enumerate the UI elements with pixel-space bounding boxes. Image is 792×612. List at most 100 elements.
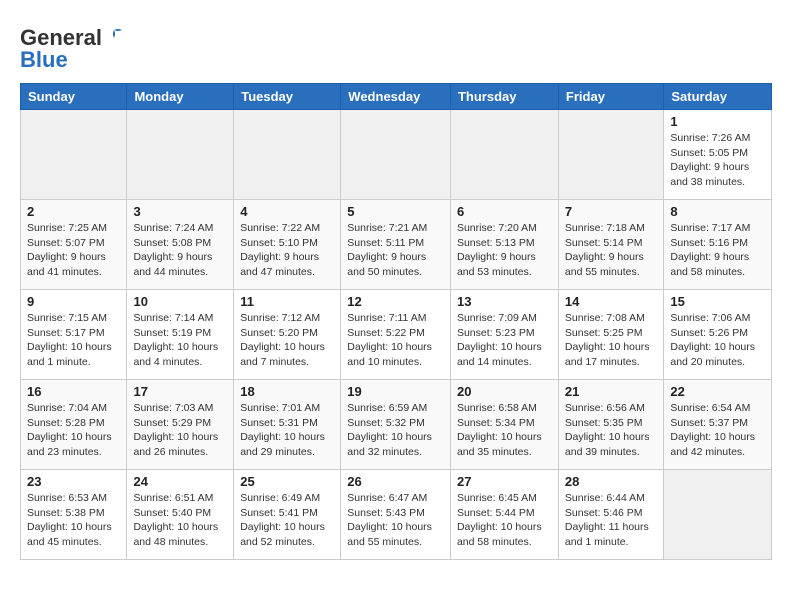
date-number: 14 xyxy=(565,294,657,309)
calendar-week-row: 2 Sunrise: 7:25 AMSunset: 5:07 PMDaylight… xyxy=(21,200,772,290)
date-number: 12 xyxy=(347,294,444,309)
calendar-cell: 4 Sunrise: 7:22 AMSunset: 5:10 PMDaylight… xyxy=(234,200,341,290)
date-number: 3 xyxy=(133,204,227,219)
day-info: Sunrise: 7:24 AMSunset: 5:08 PMDaylight:… xyxy=(133,221,227,280)
calendar-cell: 24 Sunrise: 6:51 AMSunset: 5:40 PMDayligh… xyxy=(127,470,234,560)
calendar-cell: 15 Sunrise: 7:06 AMSunset: 5:26 PMDayligh… xyxy=(664,290,772,380)
day-info: Sunrise: 7:14 AMSunset: 5:19 PMDaylight:… xyxy=(133,311,227,370)
weekday-header-sunday: Sunday xyxy=(21,84,127,110)
day-info: Sunrise: 6:47 AMSunset: 5:43 PMDaylight:… xyxy=(347,491,444,550)
calendar-cell xyxy=(234,110,341,200)
date-number: 9 xyxy=(27,294,120,309)
date-number: 21 xyxy=(565,384,657,399)
calendar-cell: 2 Sunrise: 7:25 AMSunset: 5:07 PMDaylight… xyxy=(21,200,127,290)
calendar-cell: 7 Sunrise: 7:18 AMSunset: 5:14 PMDaylight… xyxy=(558,200,663,290)
date-number: 19 xyxy=(347,384,444,399)
weekday-header-thursday: Thursday xyxy=(450,84,558,110)
calendar-cell: 28Sunrise: 6:44 AMSunset: 5:46 PMDayligh… xyxy=(558,470,663,560)
calendar-cell: 23 Sunrise: 6:53 AMSunset: 5:38 PMDayligh… xyxy=(21,470,127,560)
date-number: 22 xyxy=(670,384,765,399)
day-info: Sunrise: 6:54 AMSunset: 5:37 PMDaylight:… xyxy=(670,401,765,460)
day-info: Sunrise: 7:01 AMSunset: 5:31 PMDaylight:… xyxy=(240,401,334,460)
day-info: Sunrise: 7:06 AMSunset: 5:26 PMDaylight:… xyxy=(670,311,765,370)
date-number: 2 xyxy=(27,204,120,219)
day-info: Sunrise: 7:20 AMSunset: 5:13 PMDaylight:… xyxy=(457,221,552,280)
date-number: 27 xyxy=(457,474,552,489)
date-number: 18 xyxy=(240,384,334,399)
day-info: Sunrise: 7:25 AMSunset: 5:07 PMDaylight:… xyxy=(27,221,120,280)
weekday-header-row: SundayMondayTuesdayWednesdayThursdayFrid… xyxy=(21,84,772,110)
calendar-cell: 27 Sunrise: 6:45 AMSunset: 5:44 PMDayligh… xyxy=(450,470,558,560)
day-info: Sunrise: 7:17 AMSunset: 5:16 PMDaylight:… xyxy=(670,221,765,280)
header: General Blue xyxy=(20,20,772,73)
date-number: 24 xyxy=(133,474,227,489)
weekday-header-monday: Monday xyxy=(127,84,234,110)
calendar-cell: 11 Sunrise: 7:12 AMSunset: 5:20 PMDayligh… xyxy=(234,290,341,380)
calendar-week-row: 16 Sunrise: 7:04 AMSunset: 5:28 PMDayligh… xyxy=(21,380,772,470)
calendar-cell xyxy=(341,110,451,200)
calendar-cell: 21 Sunrise: 6:56 AMSunset: 5:35 PMDayligh… xyxy=(558,380,663,470)
day-info: Sunrise: 7:04 AMSunset: 5:28 PMDaylight:… xyxy=(27,401,120,460)
date-number: 23 xyxy=(27,474,120,489)
calendar-week-row: 9 Sunrise: 7:15 AMSunset: 5:17 PMDaylight… xyxy=(21,290,772,380)
calendar-cell xyxy=(127,110,234,200)
weekday-header-tuesday: Tuesday xyxy=(234,84,341,110)
logo-bird-icon xyxy=(104,28,124,44)
day-info: Sunrise: 6:59 AMSunset: 5:32 PMDaylight:… xyxy=(347,401,444,460)
day-info: Sunrise: 7:18 AMSunset: 5:14 PMDaylight:… xyxy=(565,221,657,280)
day-info: Sunrise: 6:58 AMSunset: 5:34 PMDaylight:… xyxy=(457,401,552,460)
calendar-cell xyxy=(21,110,127,200)
calendar-cell: 13 Sunrise: 7:09 AMSunset: 5:23 PMDayligh… xyxy=(450,290,558,380)
day-info: Sunrise: 7:12 AMSunset: 5:20 PMDaylight:… xyxy=(240,311,334,370)
calendar-cell: 17 Sunrise: 7:03 AMSunset: 5:29 PMDayligh… xyxy=(127,380,234,470)
date-number: 20 xyxy=(457,384,552,399)
date-number: 17 xyxy=(133,384,227,399)
date-number: 5 xyxy=(347,204,444,219)
date-number: 26 xyxy=(347,474,444,489)
date-number: 7 xyxy=(565,204,657,219)
calendar-cell: 19 Sunrise: 6:59 AMSunset: 5:32 PMDayligh… xyxy=(341,380,451,470)
day-info: Sunrise: 6:44 AMSunset: 5:46 PMDaylight:… xyxy=(565,491,657,550)
day-info: Sunrise: 7:03 AMSunset: 5:29 PMDaylight:… xyxy=(133,401,227,460)
date-number: 16 xyxy=(27,384,120,399)
date-number: 13 xyxy=(457,294,552,309)
calendar-cell: 5 Sunrise: 7:21 AMSunset: 5:11 PMDaylight… xyxy=(341,200,451,290)
day-info: Sunrise: 7:15 AMSunset: 5:17 PMDaylight:… xyxy=(27,311,120,370)
day-info: Sunrise: 7:11 AMSunset: 5:22 PMDaylight:… xyxy=(347,311,444,370)
calendar-week-row: 1Sunrise: 7:26 AMSunset: 5:05 PMDaylight… xyxy=(21,110,772,200)
calendar-table: SundayMondayTuesdayWednesdayThursdayFrid… xyxy=(20,83,772,560)
calendar-cell: 12 Sunrise: 7:11 AMSunset: 5:22 PMDayligh… xyxy=(341,290,451,380)
calendar-cell: 8Sunrise: 7:17 AMSunset: 5:16 PMDaylight… xyxy=(664,200,772,290)
calendar-cell: 25 Sunrise: 6:49 AMSunset: 5:41 PMDayligh… xyxy=(234,470,341,560)
day-info: Sunrise: 7:21 AMSunset: 5:11 PMDaylight:… xyxy=(347,221,444,280)
calendar-cell: 1Sunrise: 7:26 AMSunset: 5:05 PMDaylight… xyxy=(664,110,772,200)
calendar-week-row: 23 Sunrise: 6:53 AMSunset: 5:38 PMDayligh… xyxy=(21,470,772,560)
calendar-cell xyxy=(664,470,772,560)
day-info: Sunrise: 6:56 AMSunset: 5:35 PMDaylight:… xyxy=(565,401,657,460)
date-number: 25 xyxy=(240,474,334,489)
calendar-cell: 16 Sunrise: 7:04 AMSunset: 5:28 PMDayligh… xyxy=(21,380,127,470)
date-number: 6 xyxy=(457,204,552,219)
day-info: Sunrise: 6:51 AMSunset: 5:40 PMDaylight:… xyxy=(133,491,227,550)
day-info: Sunrise: 6:45 AMSunset: 5:44 PMDaylight:… xyxy=(457,491,552,550)
day-info: Sunrise: 7:09 AMSunset: 5:23 PMDaylight:… xyxy=(457,311,552,370)
day-info: Sunrise: 7:22 AMSunset: 5:10 PMDaylight:… xyxy=(240,221,334,280)
calendar-cell: 14 Sunrise: 7:08 AMSunset: 5:25 PMDayligh… xyxy=(558,290,663,380)
date-number: 4 xyxy=(240,204,334,219)
day-info: Sunrise: 6:49 AMSunset: 5:41 PMDaylight:… xyxy=(240,491,334,550)
calendar-cell xyxy=(558,110,663,200)
date-number: 15 xyxy=(670,294,765,309)
day-info: Sunrise: 7:08 AMSunset: 5:25 PMDaylight:… xyxy=(565,311,657,370)
calendar-cell: 6 Sunrise: 7:20 AMSunset: 5:13 PMDaylight… xyxy=(450,200,558,290)
date-number: 11 xyxy=(240,294,334,309)
calendar-cell: 26 Sunrise: 6:47 AMSunset: 5:43 PMDayligh… xyxy=(341,470,451,560)
date-number: 1 xyxy=(670,114,765,129)
logo-blue-text: Blue xyxy=(20,47,68,73)
weekday-header-saturday: Saturday xyxy=(664,84,772,110)
calendar-cell: 3 Sunrise: 7:24 AMSunset: 5:08 PMDaylight… xyxy=(127,200,234,290)
weekday-header-wednesday: Wednesday xyxy=(341,84,451,110)
day-info: Sunrise: 6:53 AMSunset: 5:38 PMDaylight:… xyxy=(27,491,120,550)
calendar-cell: 9 Sunrise: 7:15 AMSunset: 5:17 PMDaylight… xyxy=(21,290,127,380)
date-number: 10 xyxy=(133,294,227,309)
calendar-cell xyxy=(450,110,558,200)
